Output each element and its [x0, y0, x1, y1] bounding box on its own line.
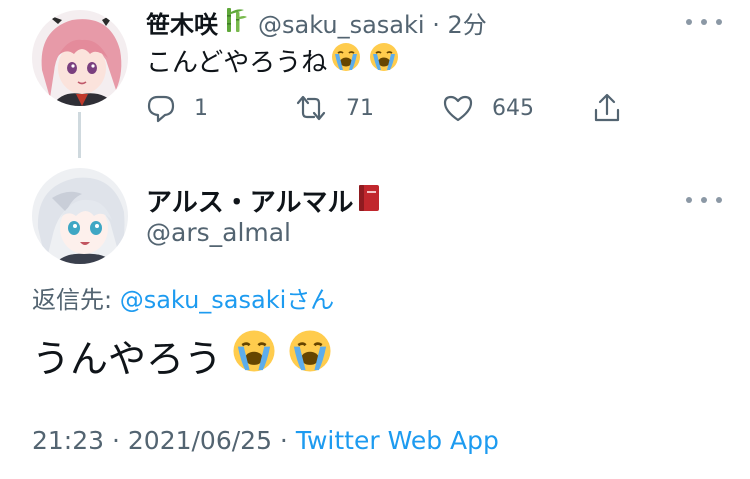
share-icon [592, 92, 622, 124]
dot-icon [686, 19, 692, 25]
retweet-count: 71 [346, 95, 374, 121]
loudly-crying-face-icon [331, 42, 361, 79]
reply-date[interactable]: 2021/06/25 [128, 426, 272, 455]
loudly-crying-face-icon [288, 329, 332, 382]
replying-to-suffix: さん [286, 286, 335, 314]
parent-avatar[interactable] [32, 10, 128, 106]
reply-action[interactable]: 1 [146, 88, 208, 128]
loudly-crying-face-icon [369, 42, 399, 79]
meta-separator: · [104, 426, 128, 455]
bamboo-icon [222, 6, 248, 38]
dot-icon [686, 197, 692, 203]
tweet-thread-view: 笹木咲 @saku_sasaki · 2分 こんどやろうね 1 71 645 ア… [0, 0, 750, 479]
reply-count: 1 [194, 95, 208, 121]
replying-to-handle-link[interactable]: @saku_sasaki [120, 286, 287, 314]
like-count: 645 [492, 95, 534, 121]
red-book-icon [355, 183, 383, 217]
parent-separator: · [432, 10, 440, 39]
reply-text: うんやろう [32, 337, 223, 381]
reply-icon [146, 93, 176, 123]
retweet-icon [294, 93, 328, 123]
like-action[interactable]: 645 [442, 88, 534, 128]
reply-time[interactable]: 21:23 [32, 426, 104, 455]
parent-handle[interactable]: @saku_sasaki [258, 11, 425, 39]
parent-display-name[interactable]: 笹木咲 [146, 5, 218, 40]
parent-tweet-text: こんどやろうね [146, 42, 399, 79]
replying-to-line: 返信先: @saku_sasakiさん [32, 280, 334, 315]
loudly-crying-face-icon [232, 329, 276, 382]
parent-time[interactable]: 2分 [448, 11, 487, 39]
replying-to-label: 返信先: [32, 286, 120, 314]
reply-display-name[interactable]: アルス・アルマル [146, 182, 353, 219]
source-link[interactable]: Twitter Web App [296, 426, 499, 455]
heart-icon [442, 93, 474, 123]
parent-more-button[interactable] [686, 12, 722, 32]
dot-icon [716, 197, 722, 203]
parent-header: 笹木咲 @saku_sasaki · 2分 [146, 4, 487, 40]
dot-icon [701, 197, 707, 203]
reply-handle[interactable]: @ars_almal [146, 218, 291, 247]
reply-header: アルス・アルマル [146, 182, 383, 218]
reply-avatar[interactable] [32, 168, 128, 264]
dot-icon [716, 19, 722, 25]
reply-meta: 21:23 · 2021/06/25 · Twitter Web App [32, 426, 499, 455]
reply-more-button[interactable] [686, 190, 722, 210]
meta-separator: · [271, 426, 296, 455]
thread-connector-line [78, 112, 81, 158]
parent-action-bar: 1 71 645 [146, 88, 646, 128]
dot-icon [701, 19, 707, 25]
reply-tweet-text: うんやろう [32, 328, 332, 383]
retweet-action[interactable]: 71 [294, 88, 374, 128]
parent-text: こんどやろうね [146, 48, 328, 78]
share-action[interactable] [592, 88, 622, 128]
